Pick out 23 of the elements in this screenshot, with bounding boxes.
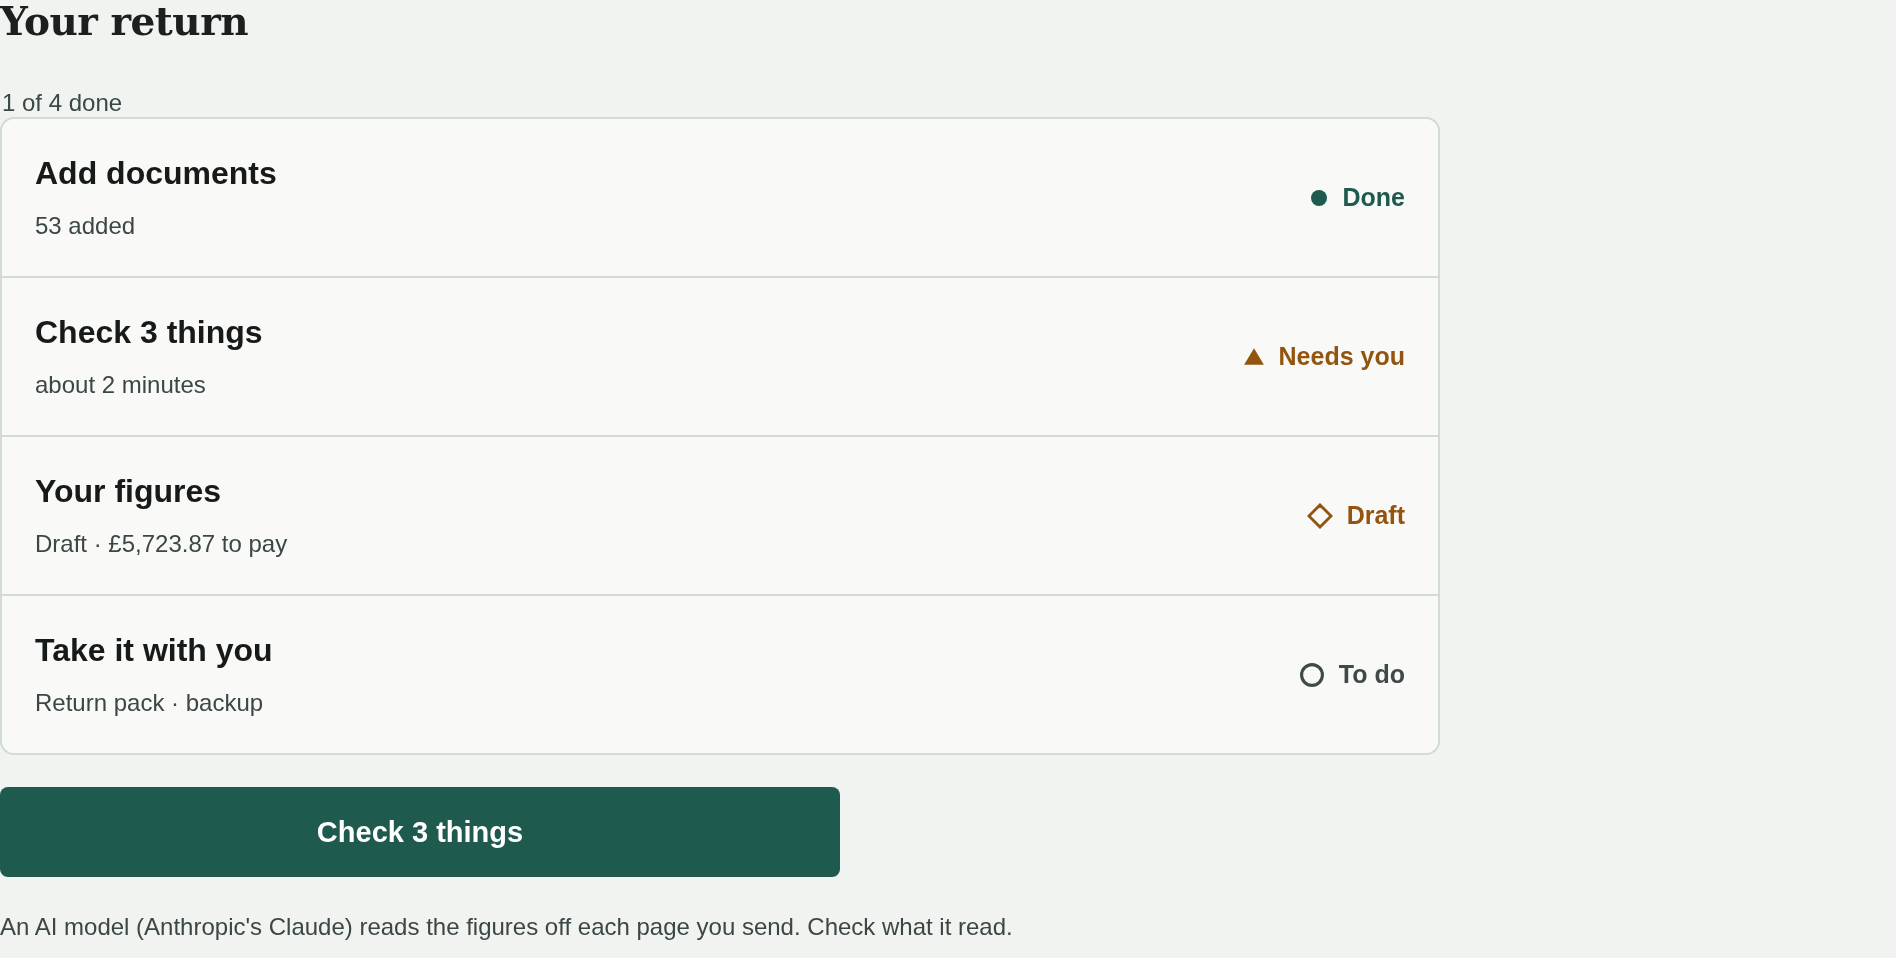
step-detail: Return pack · backup <box>35 689 265 717</box>
step-detail: Draft · £5,723.87 to pay <box>35 530 288 558</box>
step-row[interactable]: Take it with you Return pack · backup To do <box>2 594 1438 753</box>
step-title: Take it with you <box>35 632 273 669</box>
step-title: Your figures <box>35 473 223 510</box>
circle-outline-icon <box>1298 661 1325 688</box>
footnote: An AI model (Anthropic's Claude) reads the figures off each page you send. Check what it read. <box>0 913 1014 941</box>
page-title: Your return <box>0 0 250 46</box>
status-label: Draft <box>1346 501 1405 530</box>
step-title: Check 3 things <box>35 314 263 351</box>
filled-circle-icon <box>1308 187 1329 208</box>
progress-text: 1 of 4 done <box>1 89 124 117</box>
diamond-icon <box>1306 502 1333 529</box>
status-label: To do <box>1338 660 1405 689</box>
primary-button[interactable]: Check 3 things <box>0 787 840 877</box>
status-label: Needs you <box>1278 342 1405 371</box>
step-row[interactable]: Add documents 53 added Done <box>2 119 1438 276</box>
step-title: Add documents <box>35 155 277 192</box>
step-detail: about 2 minutes <box>35 371 207 399</box>
step-row[interactable]: Your figures Draft · £5,723.87 to pay Draft <box>2 435 1438 594</box>
step-row[interactable]: Check 3 things about 2 minutes Needs you <box>2 276 1438 435</box>
status-label: Done <box>1342 183 1405 212</box>
step-detail: 53 added <box>35 212 137 240</box>
